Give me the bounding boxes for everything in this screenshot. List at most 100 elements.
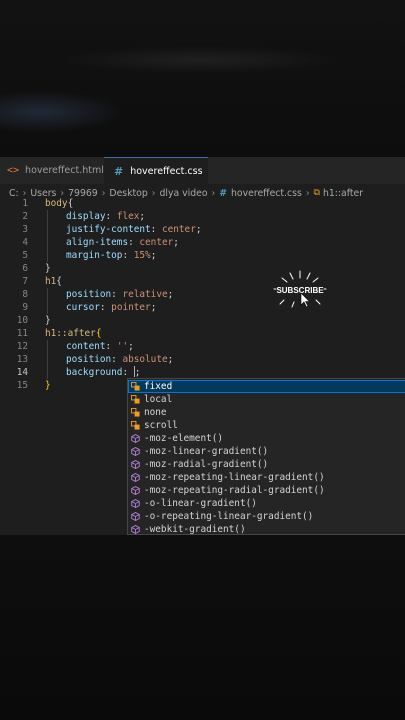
code-line[interactable]: 5 margin-top: 15%; xyxy=(0,249,405,262)
suggestion-item[interactable]: fixed xyxy=(128,380,405,393)
mouse-pointer-icon xyxy=(300,292,311,308)
method-cube-icon xyxy=(131,460,140,469)
line-number: 10 xyxy=(16,315,28,326)
code-token: h1::after xyxy=(45,328,96,339)
tab-hovereffect-html[interactable]: <> hovereffect.html xyxy=(0,157,104,184)
suggestion-label: scroll xyxy=(144,420,178,431)
autocomplete-suggestions[interactable]: fixed local none scroll -moz-element() -moz-l… xyxy=(127,378,405,535)
line-number: 9 xyxy=(22,302,28,313)
code-token: ; xyxy=(134,367,141,378)
suggestion-label: -moz-repeating-radial-gradient() xyxy=(144,485,325,496)
enum-member-icon xyxy=(131,421,140,430)
code-token: } xyxy=(45,263,51,274)
suggestion-item[interactable]: -o-linear-gradient() xyxy=(128,497,405,510)
suggestion-label: none xyxy=(144,407,167,418)
subscribe-text: SUBSCRIBE xyxy=(276,286,324,295)
code-token: pointer xyxy=(111,302,151,313)
line-number: 11 xyxy=(16,328,28,339)
code-line[interactable]: 1 body{ xyxy=(0,197,405,210)
suggestion-item[interactable]: -webkit-gradient() xyxy=(128,523,405,535)
suggestion-item[interactable]: -moz-repeating-linear-gradient() xyxy=(128,471,405,484)
code-line[interactable]: 10} xyxy=(0,314,405,327)
suggestion-item[interactable]: -moz-radial-gradient() xyxy=(128,458,405,471)
code-token: : xyxy=(111,289,123,300)
method-cube-icon xyxy=(131,512,140,521)
code-text: display: flex; xyxy=(66,210,145,223)
code-line[interactable]: 6} xyxy=(0,262,405,275)
code-token: center xyxy=(161,224,196,235)
code-text: } xyxy=(45,379,51,392)
code-line[interactable]: 3 justify-content: center; xyxy=(0,223,405,236)
suggestion-item[interactable]: -moz-element() xyxy=(128,432,405,445)
suggestion-label: fixed xyxy=(144,381,173,392)
suggestion-item[interactable]: local xyxy=(128,393,405,406)
code-text: align-items: center; xyxy=(66,236,179,249)
enum-member-icon xyxy=(131,408,140,417)
code-line[interactable]: 8 position: relative; xyxy=(0,288,405,301)
code-token: body xyxy=(45,198,68,209)
indent-guide xyxy=(47,210,48,262)
code-token: position xyxy=(66,289,112,300)
line-number: 1 xyxy=(22,198,28,209)
suggestion-item[interactable]: -o-repeating-linear-gradient() xyxy=(128,510,405,523)
indent-guide xyxy=(47,288,48,314)
suggestion-item[interactable]: scroll xyxy=(128,419,405,432)
line-number: 14 xyxy=(16,367,28,378)
code-token: ; xyxy=(128,341,134,352)
code-line[interactable]: 4 align-items: center; xyxy=(0,236,405,249)
suggestion-item[interactable]: none xyxy=(128,406,405,419)
indent-guide xyxy=(47,340,48,379)
code-line[interactable]: 2 display: flex; xyxy=(0,210,405,223)
code-token: '' xyxy=(116,341,129,352)
code-token: { xyxy=(95,328,102,339)
code-token: ; xyxy=(167,354,174,365)
code-line[interactable]: 12 content: ''; xyxy=(0,340,405,353)
code-text: cursor: pointer; xyxy=(66,301,156,314)
suggestion-label: -webkit-gradient() xyxy=(144,524,246,535)
code-token: { xyxy=(67,198,74,209)
subscribe-sparkle-overlay: SUBSCRIBE xyxy=(273,270,327,308)
line-number: 2 xyxy=(22,211,28,222)
code-token: } xyxy=(45,380,51,391)
code-text: content: ''; xyxy=(66,340,134,353)
tab-label: hovereffect.html xyxy=(25,165,104,176)
code-token: center xyxy=(139,237,174,248)
code-token: ; xyxy=(150,302,157,313)
code-text: body{ xyxy=(45,197,73,210)
code-token: { xyxy=(56,276,62,287)
method-cube-icon xyxy=(131,525,140,534)
line-number: 5 xyxy=(22,250,28,261)
method-cube-icon xyxy=(131,486,140,495)
code-line[interactable]: 13 position: absolute; xyxy=(0,353,405,366)
code-token: h1 xyxy=(45,276,57,287)
suggestion-item[interactable]: -moz-repeating-radial-gradient() xyxy=(128,484,405,497)
line-number: 3 xyxy=(22,224,28,235)
suggestion-label: -o-linear-gradient() xyxy=(144,498,257,509)
suggestion-item[interactable]: -moz-linear-gradient() xyxy=(128,445,405,458)
code-text: h1::after{ xyxy=(45,327,101,340)
code-token: ; xyxy=(167,289,174,300)
method-cube-icon xyxy=(131,499,140,508)
code-token: : xyxy=(105,341,117,352)
line-number: 6 xyxy=(22,263,28,274)
code-text: } xyxy=(45,262,51,275)
code-token: ; xyxy=(195,224,202,235)
code-token: display xyxy=(66,211,106,222)
code-line[interactable]: 7 h1{ xyxy=(0,275,405,288)
code-text: h1{ xyxy=(45,275,62,288)
enum-member-icon xyxy=(131,382,140,391)
method-cube-icon xyxy=(131,447,140,456)
code-line[interactable]: 11 h1::after{ xyxy=(0,327,405,340)
suggestion-label: local xyxy=(144,394,173,405)
code-text: position: absolute; xyxy=(66,353,173,366)
tab-hovereffect-css[interactable]: # hovereffect.css xyxy=(104,157,208,184)
code-editor[interactable]: <> hovereffect.html # hovereffect.css C:… xyxy=(0,157,405,535)
code-line[interactable]: 9 cursor: pointer; xyxy=(0,301,405,314)
code-token: : xyxy=(122,250,134,261)
enum-member-icon xyxy=(131,395,140,404)
code-token: margin-top xyxy=(66,250,123,261)
line-number: 7 xyxy=(22,276,28,287)
code-token: background xyxy=(66,367,123,378)
blurred-background-top xyxy=(0,0,405,157)
line-number: 15 xyxy=(16,380,28,391)
